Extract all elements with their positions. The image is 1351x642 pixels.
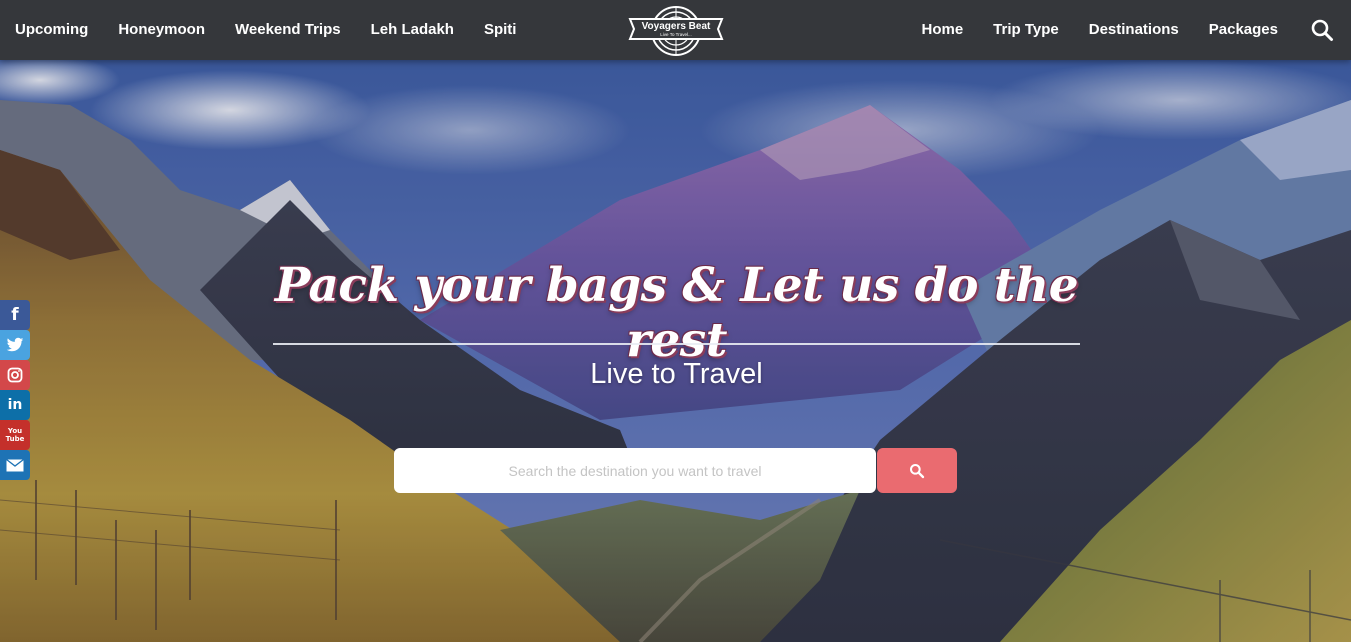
site-logo[interactable]: Voyagers Beat Live To Travel...: [628, 5, 724, 57]
logo-emblem-icon: Voyagers Beat Live To Travel...: [628, 6, 724, 56]
social-sidebar: f in You Tube: [0, 300, 30, 480]
youtube-icon[interactable]: You Tube: [0, 420, 30, 450]
logo-tagline: Live To Travel...: [660, 32, 691, 37]
nav-left-group: Upcoming Honeymoon Weekend Trips Leh Lad…: [0, 0, 531, 60]
search-icon: [1311, 19, 1333, 41]
hero-tagline: Live to Travel: [590, 358, 763, 390]
nav-item-honeymoon[interactable]: Honeymoon: [103, 0, 220, 60]
twitter-bird-icon: [6, 337, 24, 352]
nav-item-home[interactable]: Home: [906, 0, 978, 60]
hero-divider: [273, 343, 1080, 345]
hero-banner: f in You Tube Pack your bags & Let us do …: [0, 60, 1351, 642]
nav-item-spiti[interactable]: Spiti: [469, 0, 532, 60]
search-icon: [910, 463, 925, 478]
nav-item-upcoming[interactable]: Upcoming: [0, 0, 103, 60]
nav-item-destinations[interactable]: Destinations: [1074, 0, 1194, 60]
hero-headline: Pack your bags & Let us do the rest: [274, 258, 1079, 368]
envelope-icon: [6, 458, 24, 471]
nav-right-group: Home Trip Type Destinations Packages: [906, 0, 1351, 60]
instagram-icon[interactable]: [0, 360, 30, 390]
nav-item-trip-type[interactable]: Trip Type: [978, 0, 1074, 60]
logo-text: Voyagers Beat: [642, 21, 711, 32]
top-navbar: Upcoming Honeymoon Weekend Trips Leh Lad…: [0, 0, 1351, 60]
nav-item-leh-ladakh[interactable]: Leh Ladakh: [356, 0, 469, 60]
nav-item-weekend-trips[interactable]: Weekend Trips: [220, 0, 356, 60]
mail-icon[interactable]: [0, 450, 30, 480]
destination-search-button[interactable]: [877, 448, 957, 493]
instagram-camera-icon: [7, 367, 23, 383]
destination-search-input[interactable]: [394, 448, 876, 493]
facebook-icon[interactable]: f: [0, 300, 30, 330]
nav-search-button[interactable]: [1293, 0, 1351, 60]
nav-item-packages[interactable]: Packages: [1194, 0, 1293, 60]
twitter-icon[interactable]: [0, 330, 30, 360]
linkedin-icon[interactable]: in: [0, 390, 30, 420]
